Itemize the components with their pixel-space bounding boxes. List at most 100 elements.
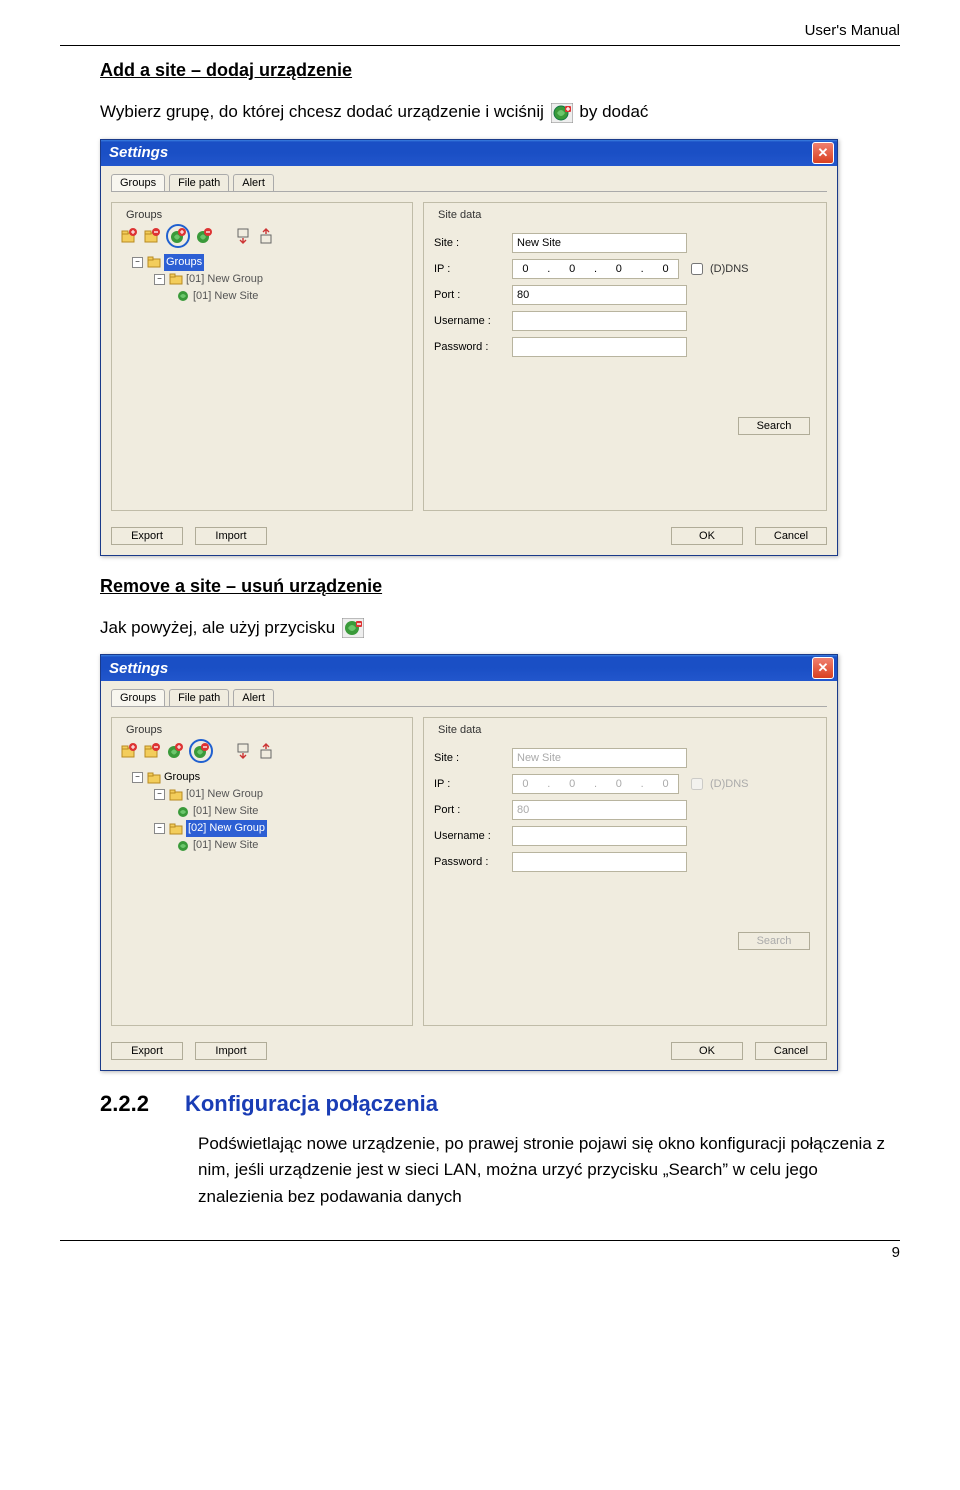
site-data-label: Site data <box>434 209 485 221</box>
tree-site-1-label: [01] New Site <box>193 803 258 820</box>
globe-minus-icon <box>342 618 364 638</box>
header-rule <box>60 45 900 46</box>
export-button[interactable]: Export <box>111 1042 183 1060</box>
search-button[interactable]: Search <box>738 417 810 435</box>
tree-site-1[interactable]: [01] New Site <box>118 288 406 305</box>
folder-icon <box>169 788 183 802</box>
remove-site-icon[interactable] <box>189 739 213 763</box>
tree-root-label: Groups <box>164 254 204 271</box>
tab-groups[interactable]: Groups <box>111 174 165 191</box>
move-up-icon[interactable] <box>258 742 276 760</box>
tree-root[interactable]: − Groups <box>118 254 406 271</box>
ok-button[interactable]: OK <box>671 527 743 545</box>
tab-alert[interactable]: Alert <box>233 174 274 191</box>
site-input[interactable]: New Site <box>512 748 687 768</box>
globe-icon <box>176 805 190 819</box>
globe-icon <box>176 289 190 303</box>
ddns-checkbox[interactable]: (D)DNS <box>687 260 749 278</box>
tab-file-path[interactable]: File path <box>169 689 229 706</box>
collapse-icon[interactable]: − <box>132 257 143 268</box>
username-label: Username : <box>434 315 512 327</box>
close-icon[interactable]: ✕ <box>812 142 834 164</box>
ip-a[interactable]: 0 <box>522 778 528 790</box>
collapse-icon[interactable]: − <box>154 274 165 285</box>
port-input[interactable]: 80 <box>512 285 687 305</box>
tab-groups[interactable]: Groups <box>111 689 165 706</box>
ip-b[interactable]: 0 <box>569 263 575 275</box>
folder-icon <box>169 272 183 286</box>
move-up-icon[interactable] <box>258 227 276 245</box>
header-manual-label: User's Manual <box>60 22 900 39</box>
section-paragraph: Podświetlając nowe urządzenie, po prawej… <box>198 1131 890 1210</box>
remove-group-icon[interactable] <box>143 742 161 760</box>
password-input[interactable] <box>512 852 687 872</box>
groups-fieldset: Groups − Groups <box>111 202 413 511</box>
text-add-after: by dodać <box>579 102 648 121</box>
ip-b[interactable]: 0 <box>569 778 575 790</box>
remove-group-icon[interactable] <box>143 227 161 245</box>
export-button[interactable]: Export <box>111 527 183 545</box>
move-down-icon[interactable] <box>235 227 253 245</box>
collapse-icon[interactable]: − <box>154 789 165 800</box>
tree-group-2-label: [02] New Group <box>186 820 267 837</box>
add-group-icon[interactable] <box>120 227 138 245</box>
collapse-icon[interactable]: − <box>132 772 143 783</box>
port-input[interactable]: 80 <box>512 800 687 820</box>
import-button[interactable]: Import <box>195 527 267 545</box>
ddns-label: (D)DNS <box>710 778 749 790</box>
collapse-icon[interactable]: − <box>154 823 165 834</box>
site-data-fieldset: Site data Site : New Site IP : 0. 0. 0. <box>423 202 827 511</box>
move-down-icon[interactable] <box>235 742 253 760</box>
folder-icon <box>147 255 161 269</box>
ip-label: IP : <box>434 263 512 275</box>
ip-c[interactable]: 0 <box>616 263 622 275</box>
ok-button[interactable]: OK <box>671 1042 743 1060</box>
ip-a[interactable]: 0 <box>522 263 528 275</box>
titlebar: Settings ✕ <box>101 140 837 166</box>
ip-d[interactable]: 0 <box>662 778 668 790</box>
groups-fieldset: Groups − Groups <box>111 717 413 1026</box>
folder-icon <box>169 822 183 836</box>
tab-alert[interactable]: Alert <box>233 689 274 706</box>
username-input[interactable] <box>512 311 687 331</box>
cancel-button[interactable]: Cancel <box>755 527 827 545</box>
ip-label: IP : <box>434 778 512 790</box>
tree-site-1[interactable]: [01] New Site <box>118 803 406 820</box>
add-site-icon[interactable] <box>166 224 190 248</box>
add-group-icon[interactable] <box>120 742 138 760</box>
tree-group-1[interactable]: − [01] New Group <box>118 271 406 288</box>
tree-root-label: Groups <box>164 769 200 786</box>
tree-group-1-label: [01] New Group <box>186 271 263 288</box>
tree-site-2[interactable]: [01] New Site <box>118 837 406 854</box>
tree-group-2[interactable]: − [02] New Group <box>118 820 406 837</box>
password-input[interactable] <box>512 337 687 357</box>
tree-group-1[interactable]: − [01] New Group <box>118 786 406 803</box>
ip-c[interactable]: 0 <box>616 778 622 790</box>
tree-root[interactable]: − Groups <box>118 769 406 786</box>
groups-fieldset-label: Groups <box>122 724 166 736</box>
remove-site-icon[interactable] <box>195 227 213 245</box>
groups-fieldset-label: Groups <box>122 209 166 221</box>
text-add-before: Wybierz grupę, do której chcesz dodać ur… <box>100 102 549 121</box>
cancel-button[interactable]: Cancel <box>755 1042 827 1060</box>
tab-file-path[interactable]: File path <box>169 174 229 191</box>
groups-toolbar <box>118 736 406 769</box>
tree-group-1-label: [01] New Group <box>186 786 263 803</box>
globe-icon <box>176 839 190 853</box>
titlebar: Settings ✕ <box>101 655 837 681</box>
add-site-icon[interactable] <box>166 742 184 760</box>
groups-tree[interactable]: − Groups − [01] New Group [01] New Site <box>118 769 406 854</box>
heading-remove-site: Remove a site – usuń urządzenie <box>100 576 890 597</box>
close-icon[interactable]: ✕ <box>812 657 834 679</box>
ip-input[interactable]: 0. 0. 0. 0 <box>512 259 679 279</box>
site-label: Site : <box>434 752 512 764</box>
groups-tree[interactable]: − Groups − [01] New Group [01] New Site <box>118 254 406 305</box>
import-button[interactable]: Import <box>195 1042 267 1060</box>
ip-d[interactable]: 0 <box>662 263 668 275</box>
site-input[interactable]: New Site <box>512 233 687 253</box>
ip-input[interactable]: 0. 0. 0. 0 <box>512 774 679 794</box>
folder-icon <box>147 771 161 785</box>
username-input[interactable] <box>512 826 687 846</box>
heading-add-site: Add a site – dodaj urządzenie <box>100 60 890 81</box>
text-remove-site: Jak powyżej, ale użyj przycisku <box>100 615 890 641</box>
